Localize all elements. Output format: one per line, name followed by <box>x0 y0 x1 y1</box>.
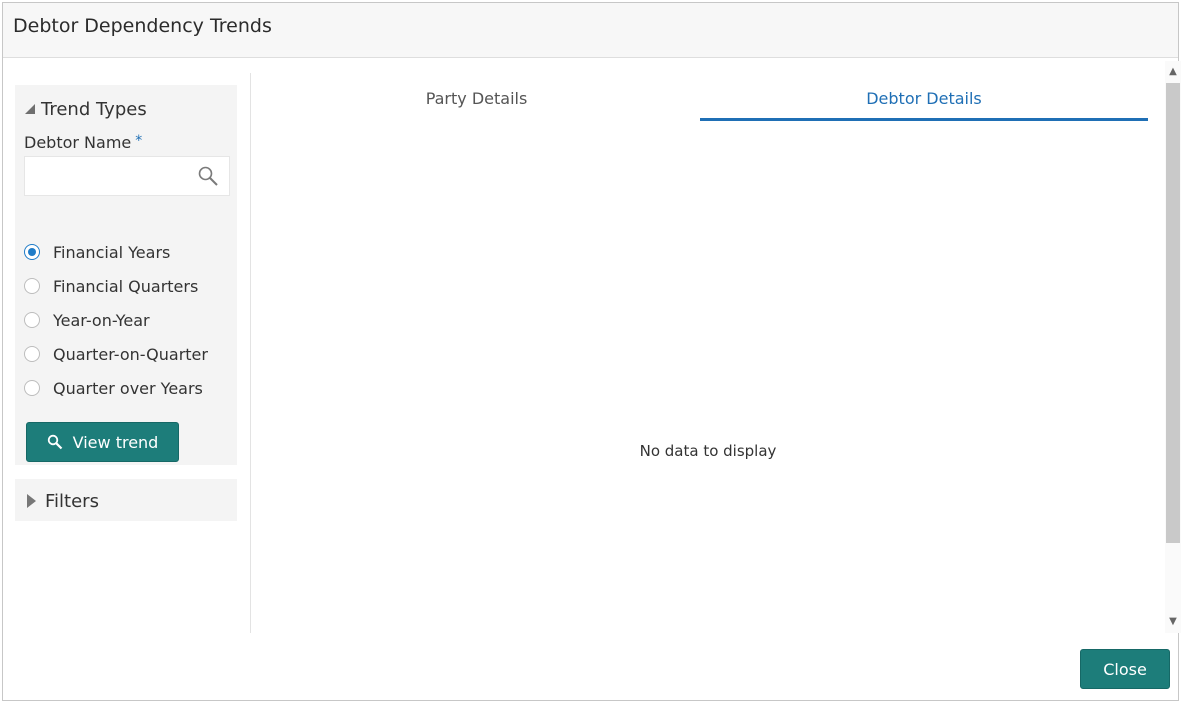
empty-state-message: No data to display <box>639 442 777 460</box>
tab-party-details[interactable]: Party Details <box>253 89 700 108</box>
scroll-down-icon[interactable]: ▼ <box>1168 617 1178 627</box>
radio-year-on-year[interactable]: Year-on-Year <box>24 303 208 337</box>
debtor-name-label: Debtor Name * <box>24 133 142 152</box>
view-trend-label: View trend <box>72 432 159 452</box>
trend-types-panel: Trend Types Debtor Name * Financial Years… <box>15 85 237 465</box>
panel-divider <box>250 73 251 633</box>
expand-triangle-icon <box>27 494 36 508</box>
radio-quarter-on-quarter[interactable]: Quarter-on-Quarter <box>24 337 208 371</box>
debtor-name-search <box>24 156 230 196</box>
radio-label: Quarter-on-Quarter <box>53 344 208 364</box>
search-icon[interactable] <box>197 165 219 187</box>
search-icon <box>47 434 62 450</box>
radio-label: Quarter over Years <box>53 378 203 398</box>
required-marker: * <box>135 133 143 149</box>
view-trend-button[interactable]: View trend <box>26 422 179 462</box>
radio-button[interactable] <box>24 380 40 396</box>
close-button[interactable]: Close <box>1080 649 1170 689</box>
active-tab-indicator <box>700 118 1148 121</box>
details-tabs: Party Details Debtor Details <box>253 83 1148 123</box>
radio-button[interactable] <box>24 346 40 362</box>
filters-section[interactable]: Filters <box>15 479 237 521</box>
collapse-triangle-icon <box>25 103 35 114</box>
radio-financial-quarters[interactable]: Financial Quarters <box>24 269 208 303</box>
trend-type-options: Financial Years Financial Quarters Year-… <box>24 235 208 405</box>
vertical-scrollbar[interactable]: ▲ ▼ <box>1165 61 1181 633</box>
radio-button-checked[interactable] <box>24 244 40 260</box>
scroll-thumb[interactable] <box>1166 83 1180 543</box>
radio-button[interactable] <box>24 312 40 328</box>
radio-label: Financial Quarters <box>53 276 199 296</box>
debtor-name-input[interactable] <box>25 157 201 193</box>
dialog-header: Debtor Dependency Trends <box>3 3 1178 58</box>
dialog-title: Debtor Dependency Trends <box>13 15 272 37</box>
radio-financial-years[interactable]: Financial Years <box>24 235 208 269</box>
radio-button[interactable] <box>24 278 40 294</box>
debtor-dependency-dialog: Debtor Dependency Trends Trend Types Deb… <box>2 2 1181 701</box>
trend-types-toggle[interactable]: Trend Types <box>25 99 147 120</box>
radio-label: Financial Years <box>53 242 171 262</box>
debtor-name-label-text: Debtor Name <box>24 133 132 152</box>
trend-types-heading: Trend Types <box>41 99 147 120</box>
scroll-up-icon[interactable]: ▲ <box>1168 67 1178 77</box>
tab-debtor-details[interactable]: Debtor Details <box>700 89 1148 108</box>
radio-label: Year-on-Year <box>53 310 150 330</box>
radio-quarter-over-years[interactable]: Quarter over Years <box>24 371 208 405</box>
filters-label: Filters <box>45 491 99 512</box>
